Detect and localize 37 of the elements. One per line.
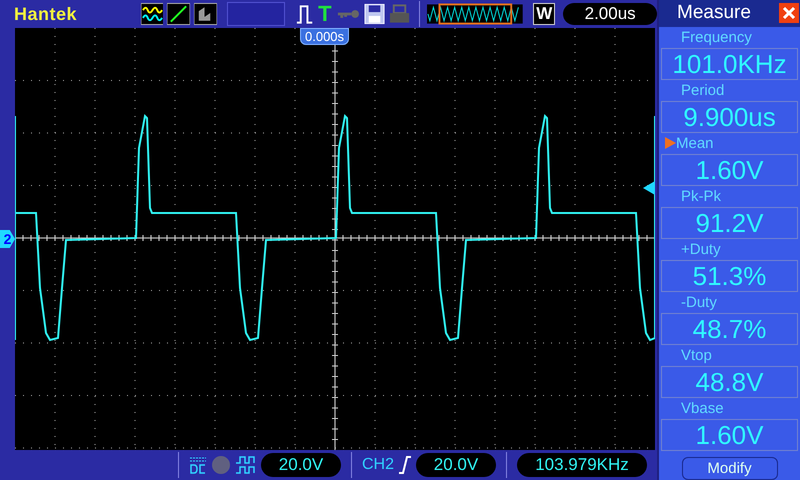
measurement-label[interactable]: Vbase xyxy=(665,400,724,417)
brand-logo: Hantek xyxy=(14,4,78,24)
dc-coupling-icon xyxy=(189,455,207,475)
trigger-position-marker: 0.000s xyxy=(300,28,350,45)
measurement-label[interactable]: -Duty xyxy=(665,294,717,311)
measurement-value: 51.3% xyxy=(661,260,798,292)
trigger-level-readout: 20.0V xyxy=(416,453,496,477)
measurement-value: 1.60V xyxy=(661,419,798,452)
measurement-label[interactable]: Pk-Pk xyxy=(665,188,722,205)
waveform-icon[interactable] xyxy=(140,3,164,25)
channel-marker: 2 xyxy=(0,230,15,248)
trigger-level-marker-icon xyxy=(643,181,655,195)
frequency-readout: 103.979KHz xyxy=(517,453,648,477)
measurement-value: 9.900us xyxy=(661,100,798,133)
measurement-value: 48.7% xyxy=(661,312,798,345)
trigger-indicator: T xyxy=(318,3,332,25)
measurement-label[interactable]: +Duty xyxy=(665,240,721,258)
panel-title: Measure xyxy=(677,2,752,24)
mode-indicator: W xyxy=(533,3,556,25)
measurement-value: 101.0KHz xyxy=(661,48,798,80)
measurement-value: 1.60V xyxy=(661,154,798,186)
modify-button[interactable]: Modify xyxy=(682,457,778,480)
measurement-label[interactable]: Frequency xyxy=(665,28,752,46)
square-wave-icon xyxy=(235,455,257,475)
pulse-icon[interactable] xyxy=(294,3,314,25)
measurement-value: 91.2V xyxy=(661,206,798,239)
measurement-label[interactable]: Mean xyxy=(676,134,714,152)
measurement-label[interactable]: Period xyxy=(665,82,724,99)
trigger-source-label: CH2 xyxy=(362,456,394,474)
channel-scale-readout: 20.0V xyxy=(261,453,341,477)
close-icon[interactable] xyxy=(779,3,799,24)
timebase-readout: 2.00us xyxy=(563,3,658,25)
measurement-value: 48.8V xyxy=(661,366,798,398)
waveform-overview-icon[interactable] xyxy=(427,3,524,25)
rising-edge-icon xyxy=(398,455,412,475)
line-icon[interactable] xyxy=(167,3,190,25)
measurement-label[interactable]: Vtop xyxy=(665,346,712,364)
